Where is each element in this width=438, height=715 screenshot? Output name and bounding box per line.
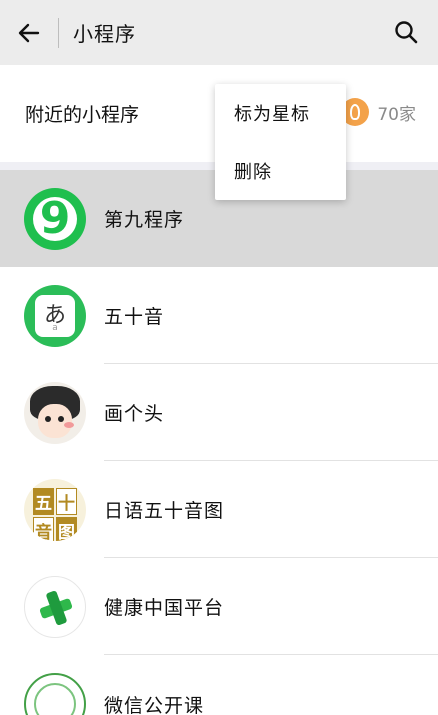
list-item[interactable]: 健康中国平台 [0,558,438,655]
app-gojuon-chart-icon: 五 十 音 图 [24,478,86,541]
app-name: 第九程序 [104,209,185,231]
search-icon [395,21,418,44]
list-item[interactable]: あ a 五十音 [0,267,438,364]
app-avatar-head-icon [24,381,86,444]
app-name: 五十音 [104,306,165,328]
menu-item-delete[interactable]: 删除 [215,142,346,200]
app-seal-icon [24,673,86,715]
header-divider [58,17,59,48]
page-title: 小程序 [73,22,136,46]
list-item[interactable]: 画个头 [0,364,438,461]
app-name: 微信公开课 [104,695,205,715]
app-nine-icon: 9 [24,187,86,250]
app-health-cross-icon [24,575,86,638]
app-name: 健康中国平台 [104,597,225,619]
arrow-left-icon [18,23,40,42]
mini-program-list: 9 第九程序 あ a 五十音 画个头 五 十 音 图 日语五十音图 健康中国平台… [0,170,438,715]
back-button[interactable] [0,0,58,65]
app-name: 画个头 [104,403,165,425]
menu-item-star[interactable]: 标为星标 [215,84,346,142]
nearby-label: 附近的小程序 [25,104,140,126]
app-kana-icon: あ a [24,284,86,347]
search-button[interactable] [388,14,424,50]
app-name: 日语五十音图 [104,500,225,522]
nearby-count: 70家 [377,104,416,125]
nearby-count-group: 70家 [341,98,416,126]
list-item[interactable]: 五 十 音 图 日语五十音图 [0,461,438,558]
top-bar: 小程序 [0,0,438,65]
list-item[interactable]: 微信公开课 [0,655,438,715]
context-menu: 标为星标 删除 [215,84,346,200]
